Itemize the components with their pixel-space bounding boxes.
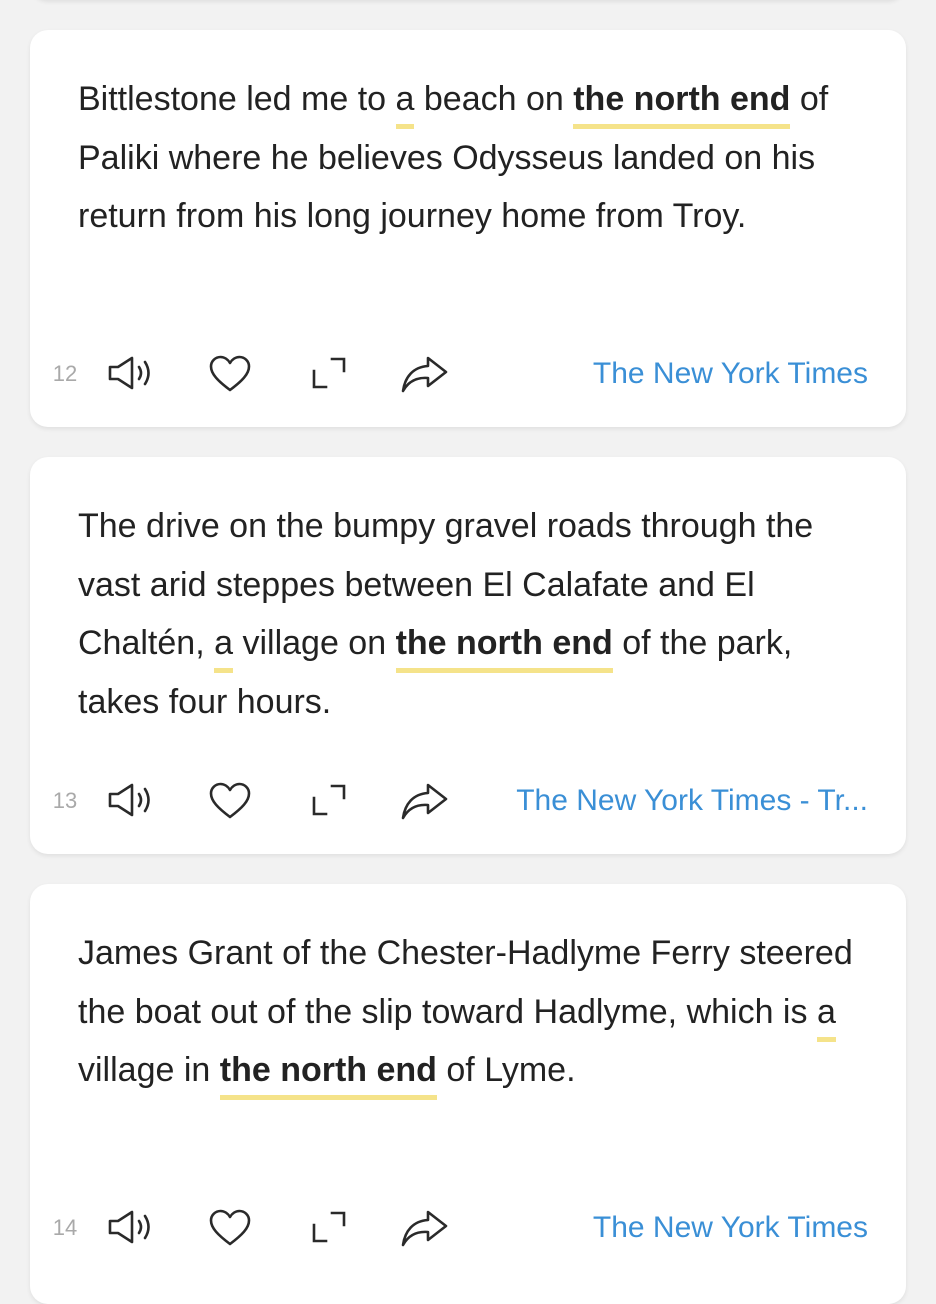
sentence-text: James Grant of the Chester-Hadlyme Ferry… [78, 924, 868, 1101]
heart-icon[interactable] [208, 1209, 252, 1247]
sentence-number: 14 [52, 1215, 78, 1240]
speaker-icon[interactable] [108, 782, 162, 818]
source-link[interactable]: The New York Times [593, 1211, 868, 1245]
sentence-card: Bittlestone led me to a beach on the nor… [30, 30, 906, 427]
sentence-number: 13 [52, 788, 78, 813]
highlight-phrase: the north end [395, 624, 613, 674]
highlight-article: a [395, 80, 415, 130]
source-link[interactable]: The New York Times [593, 357, 868, 391]
highlight-article: a [214, 624, 234, 674]
expand-icon[interactable] [310, 355, 350, 391]
share-icon[interactable] [400, 782, 450, 820]
highlight-phrase: the north end [219, 1051, 437, 1101]
expand-icon[interactable] [310, 1209, 350, 1245]
heart-icon[interactable] [208, 782, 252, 820]
expand-icon[interactable] [310, 782, 350, 818]
card-actions: 12 The New York Times [30, 355, 906, 393]
speaker-icon[interactable] [108, 1209, 162, 1245]
sentence-number: 12 [52, 361, 78, 386]
heart-icon[interactable] [208, 355, 252, 393]
card-actions: 14 The New York Times [30, 1209, 906, 1247]
source-link[interactable]: The New York Times - Tr... [516, 784, 868, 818]
sentence-text: Bittlestone led me to a beach on the nor… [78, 80, 829, 235]
highlight-article: a [816, 992, 836, 1043]
share-icon[interactable] [400, 355, 450, 393]
sentence-text: The drive on the bumpy gravel roads thro… [78, 507, 814, 721]
speaker-icon[interactable] [108, 355, 162, 391]
card-actions: 13 The New York Times - Tr... [30, 782, 906, 820]
sentence-card: The drive on the bumpy gravel roads thro… [30, 457, 906, 854]
highlight-phrase: the north end [573, 80, 791, 130]
sentence-card: James Grant of the Chester-Hadlyme Ferry… [30, 884, 906, 1304]
share-icon[interactable] [400, 1209, 450, 1247]
